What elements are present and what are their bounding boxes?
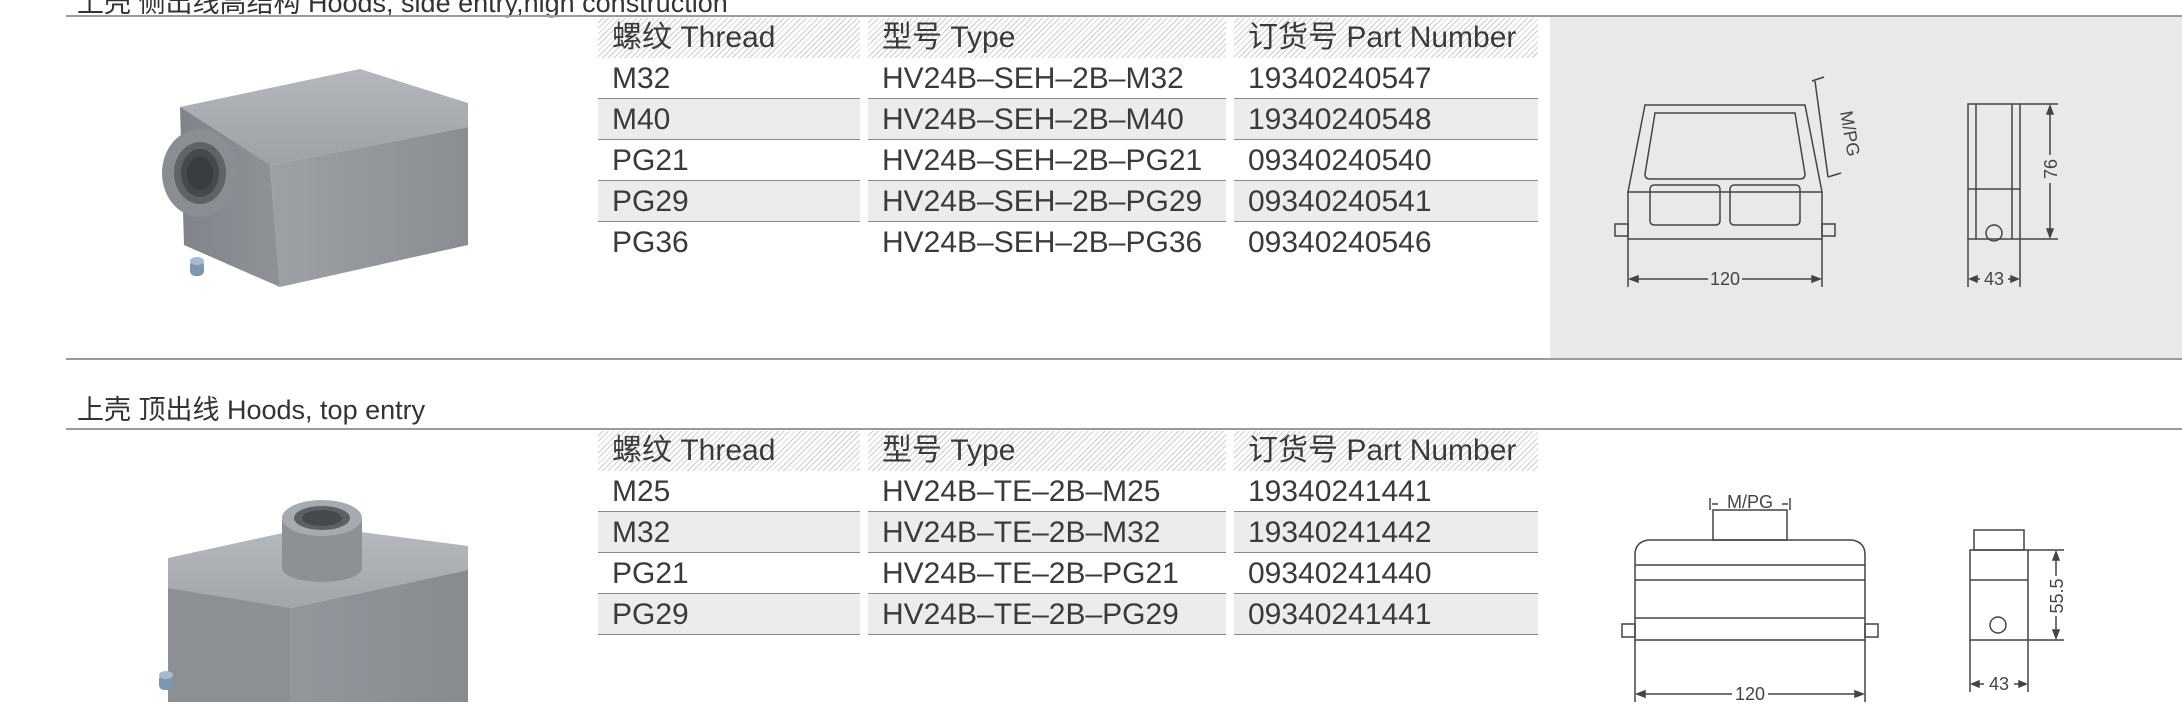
- cell-part-number: 09340240540: [1234, 140, 1538, 181]
- table-row: PG36 HV24B–SEH–2B–PG36 09340240546: [598, 222, 1538, 263]
- dimension-drawing-top-entry: M/PG 120 43 55.5: [1621, 492, 2067, 704]
- header-thread: 螺纹 Thread: [598, 18, 860, 58]
- table-header: 螺纹 Thread 型号 Type 订货号 Part Number: [598, 18, 1538, 58]
- dimension-thread-label: M/PG: [1836, 109, 1864, 158]
- dimension-thread-label: M/PG: [1727, 492, 1773, 512]
- header-thread: 螺纹 Thread: [598, 431, 860, 471]
- cell-thread: PG21: [598, 140, 860, 181]
- drawing-panel-side-entry: 120 M/PG 43 76: [1550, 17, 2182, 358]
- dimension-depth-label: 43: [1989, 674, 2009, 694]
- cell-type: HV24B–TE–2B–PG29: [868, 594, 1226, 635]
- cell-part-number: 19340241442: [1234, 512, 1538, 553]
- drawing-panel-top-entry: M/PG 120 43 55.5: [1550, 430, 2182, 704]
- cell-type: HV24B–SEH–2B–M32: [868, 58, 1226, 99]
- table-row: PG29 HV24B–SEH–2B–PG29 09340240541: [598, 181, 1538, 222]
- cell-part-number: 09340240541: [1234, 181, 1538, 222]
- header-part-number: 订货号 Part Number: [1234, 18, 1538, 58]
- cell-type: HV24B–SEH–2B–PG29: [868, 181, 1226, 222]
- cell-part-number: 09340241440: [1234, 553, 1538, 594]
- cell-type: HV24B–SEH–2B–M40: [868, 99, 1226, 140]
- cell-thread: M40: [598, 99, 860, 140]
- table-row: PG29 HV24B–TE–2B–PG29 09340241441: [598, 594, 1538, 635]
- table-row: M32 HV24B–TE–2B–M32 19340241442: [598, 512, 1538, 553]
- cell-part-number: 19340240548: [1234, 99, 1538, 140]
- section-title-side-entry: 上壳 侧出线高结构 Hoods, side entry,high constru…: [77, 0, 728, 18]
- header-part-number: 订货号 Part Number: [1234, 431, 1538, 471]
- cell-thread: PG36: [612, 226, 689, 259]
- cell-type: HV24B–TE–2B–PG21: [868, 553, 1226, 594]
- dimension-height-label: 76: [2041, 159, 2061, 179]
- table-row: PG21 HV24B–TE–2B–PG21 09340241440: [598, 553, 1538, 594]
- table-row: M32 HV24B–SEH–2B–M32 19340240547: [598, 58, 1538, 99]
- cell-type: HV24B–TE–2B–M32: [868, 512, 1226, 553]
- top-entry-hood-image: [159, 500, 468, 702]
- table-row: M25 HV24B–TE–2B–M25 19340241441: [598, 471, 1538, 512]
- cell-part-number: 09340241441: [1234, 594, 1538, 635]
- cell-thread: PG29: [598, 594, 860, 635]
- cell-type: HV24B–SEH–2B–PG36: [882, 226, 1203, 259]
- cell-part-number: 19340241441: [1234, 471, 1538, 512]
- header-type: 型号 Type: [868, 431, 1226, 471]
- table-row: PG21 HV24B–SEH–2B–PG21 09340240540: [598, 140, 1538, 181]
- cell-type: HV24B–SEH–2B–PG21: [868, 140, 1226, 181]
- cell-thread: M25: [598, 471, 860, 512]
- section-divider: [66, 358, 2182, 360]
- cell-type: HV24B–TE–2B–M25: [868, 471, 1226, 512]
- table-row: M40 HV24B–SEH–2B–M40 19340240548: [598, 99, 1538, 140]
- header-type: 型号 Type: [868, 18, 1226, 58]
- dimension-width-label: 120: [1735, 684, 1765, 702]
- cell-thread: M32: [598, 512, 860, 553]
- table-header: 螺纹 Thread 型号 Type 订货号 Part Number: [598, 431, 1538, 471]
- dimension-height-label: 55.5: [2047, 578, 2067, 613]
- cell-part-number: 19340240547: [1234, 58, 1538, 99]
- section-title-top-entry: 上壳 顶出线 Hoods, top entry: [77, 395, 426, 425]
- dimension-depth-label: 43: [1984, 269, 2004, 289]
- dimension-width-label: 120: [1710, 269, 1740, 289]
- cell-thread: PG21: [598, 553, 860, 594]
- cell-thread: PG29: [598, 181, 860, 222]
- side-entry-hood-image: [162, 69, 468, 287]
- cell-thread: M32: [598, 58, 860, 99]
- cell-part-number: 09340240546: [1248, 226, 1432, 259]
- dimension-drawing-side-entry: 120 M/PG 43 76: [1614, 76, 2061, 289]
